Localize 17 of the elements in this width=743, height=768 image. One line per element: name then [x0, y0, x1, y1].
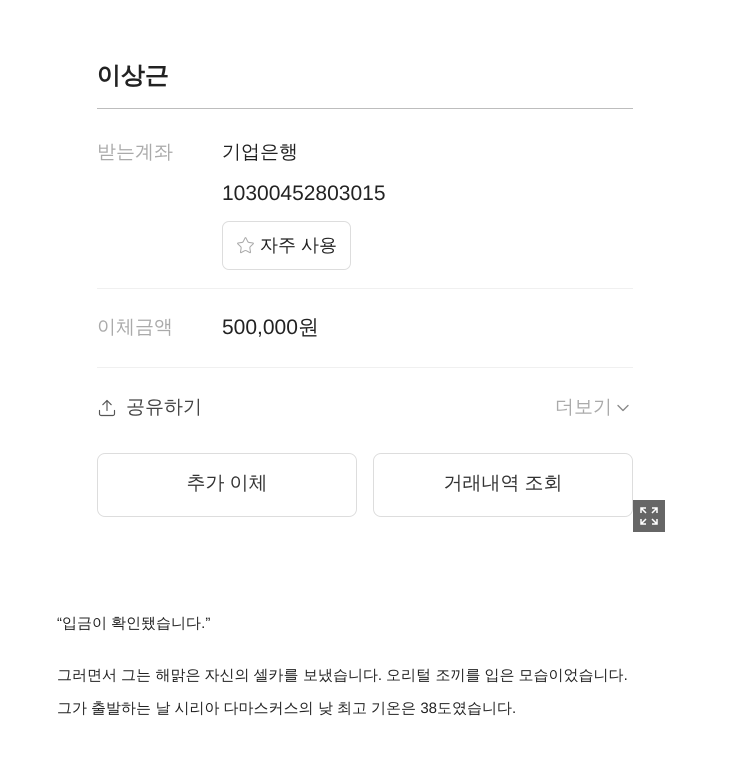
paragraph-line: 그가 출발하는 날 시리아 다마스커스의 낮 최고 기온은 38도였습니다. — [57, 698, 518, 718]
favorite-button[interactable]: 자주 사용 — [222, 221, 352, 270]
field-label: 받는계좌 — [97, 141, 174, 165]
share-button[interactable]: 공유하기 — [97, 394, 202, 422]
upload-icon — [97, 398, 117, 418]
expand-icon — [639, 506, 659, 526]
expand-button[interactable] — [633, 500, 665, 532]
quote-text: “입금이 확인됐습니다.” — [57, 614, 212, 634]
action-button[interactable]: 거래내역 조회 — [373, 452, 633, 516]
field-label: 이체금액 — [97, 316, 174, 340]
recipient-name: 이상근 — [97, 62, 169, 89]
account-number: 10300452803015 — [222, 181, 386, 207]
star-icon — [236, 236, 255, 255]
action-button[interactable]: 추가 이체 — [97, 452, 357, 516]
paragraph-line: 그러면서 그는 해맑은 자신의 셀카를 보냈습니다. 오리털 조끼를 입은 모습이었습니다. — [57, 666, 629, 686]
bank-name: 기업은행 — [222, 141, 298, 165]
amount-value: 500,000원 — [222, 315, 319, 341]
